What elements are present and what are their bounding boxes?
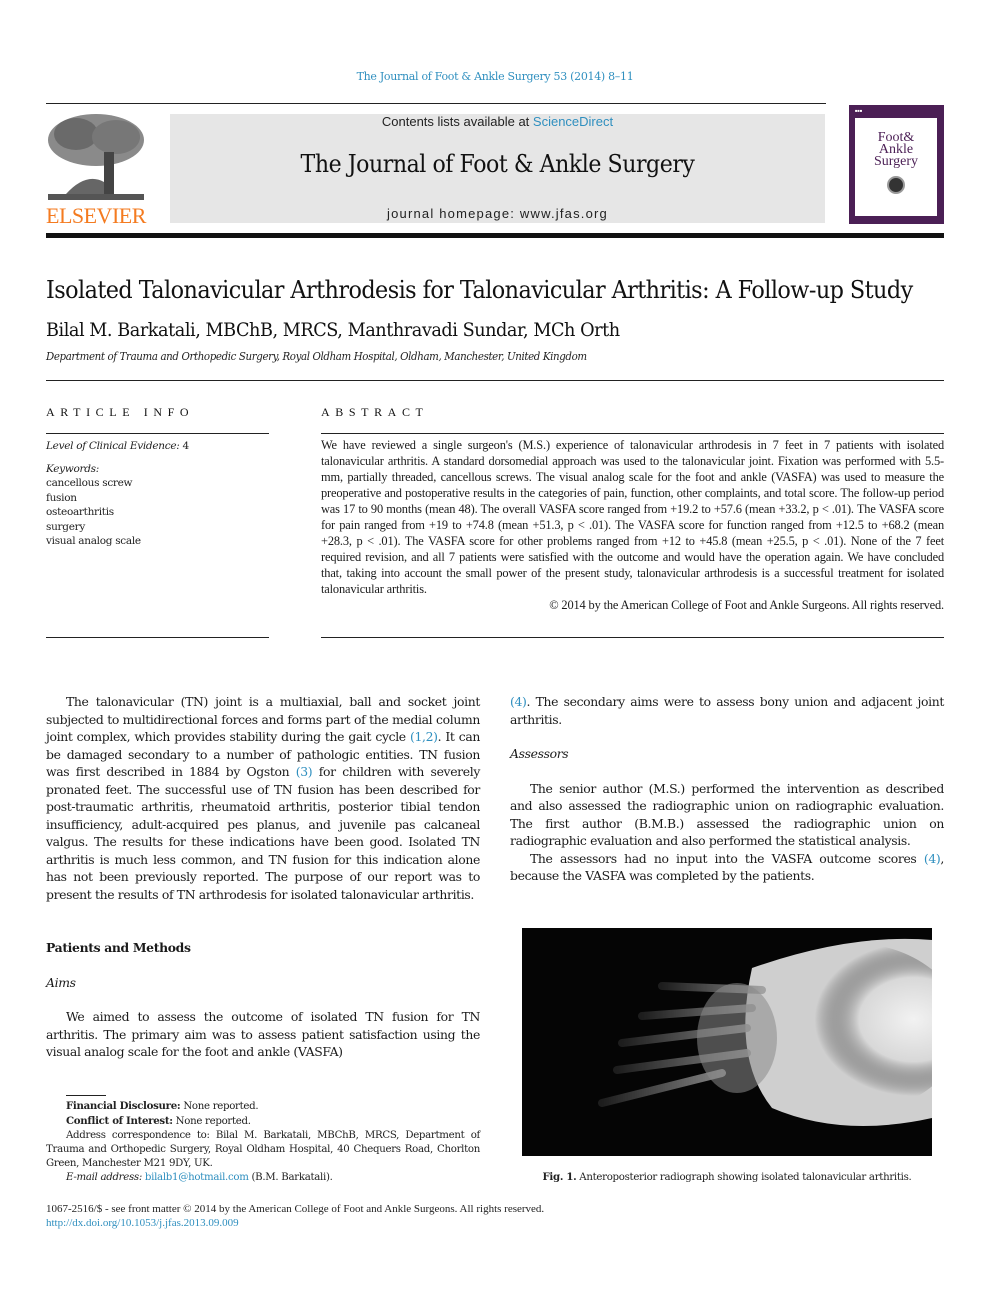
evidence-label: Level of Clinical Evidence: xyxy=(46,440,180,452)
aims-paragraph-continued: (4). The secondary aims were to assess b… xyxy=(510,693,944,728)
email-suffix: (B.M. Barkatali). xyxy=(248,1172,333,1183)
body-column-left: The talonavicular (TN) joint is a multia… xyxy=(46,693,480,1061)
footnote-label: Financial Disclosure: xyxy=(66,1100,181,1112)
keyword: surgery xyxy=(46,520,85,533)
article-info-body: Level of Clinical Evidence: 4 Keywords: … xyxy=(46,439,269,549)
email-footnote: E-mail address: bilalb1@hotmail.com (B.M… xyxy=(46,1171,480,1185)
front-matter-line: 1067-2516/$ - see front matter © 2014 by… xyxy=(46,1203,545,1215)
conflict-of-interest: Conflict of Interest: None reported. xyxy=(46,1114,480,1129)
citation-link[interactable]: (4) xyxy=(924,851,941,866)
footnotes: Financial Disclosure: None reported. Con… xyxy=(46,1099,480,1185)
email-link[interactable]: bilalb1@hotmail.com xyxy=(145,1172,249,1183)
abstract-body: We have reviewed a single surgeon's (M.S… xyxy=(321,437,944,613)
footnote-rule xyxy=(66,1095,106,1096)
article-title: Isolated Talonavicular Arthrodesis for T… xyxy=(46,276,913,304)
text-span: We aimed to assess the outcome of isolat… xyxy=(46,1009,480,1059)
correspondence-address: Address correspondence to: Bilal M. Bark… xyxy=(46,1130,480,1169)
subsection-heading: Assessors xyxy=(510,746,569,761)
abstract-rule-bottom xyxy=(321,637,944,638)
masthead-box: Contents lists available at ScienceDirec… xyxy=(170,114,825,223)
abstract-text: We have reviewed a single surgeon's (M.S… xyxy=(321,438,944,596)
radiograph-figure[interactable] xyxy=(522,928,932,1156)
elsevier-wordmark: ELSEVIER xyxy=(46,203,146,228)
affiliation: Department of Trauma and Orthopedic Surg… xyxy=(46,350,587,363)
text-span: The assessors had no input into the VASF… xyxy=(530,850,924,866)
footnote-value: None reported. xyxy=(180,1101,259,1112)
abstract-rule-top xyxy=(321,433,944,434)
section-heading: Patients and Methods xyxy=(46,940,191,955)
intro-paragraph: The talonavicular (TN) joint is a multia… xyxy=(46,693,480,903)
email-label: E-mail address: xyxy=(66,1172,142,1183)
elsevier-tree-icon xyxy=(46,112,146,202)
article-info-heading: ARTICLE INFO xyxy=(46,405,195,419)
contents-line: Contents lists available at ScienceDirec… xyxy=(170,114,825,129)
subsection-heading: Aims xyxy=(46,974,76,990)
figure-label: Fig. 1. xyxy=(542,1171,577,1183)
text-span: . The secondary aims were to assess bony… xyxy=(510,694,944,727)
radiograph-image xyxy=(522,928,932,1156)
title-rule xyxy=(46,380,944,381)
bottom-info: 1067-2516/$ - see front matter © 2014 by… xyxy=(46,1202,544,1230)
footnote-value: None reported. xyxy=(172,1116,251,1127)
figure-caption-text: Anteroposterior radiograph showing isola… xyxy=(576,1172,912,1183)
keyword: fusion xyxy=(46,491,77,504)
keyword: visual analog scale xyxy=(46,535,141,547)
journal-name: The Journal of Foot & Ankle Surgery xyxy=(300,150,695,178)
contents-prefix: Contents lists available at xyxy=(381,114,533,129)
journal-cover-image[interactable]: ■■■ Foot& Ankle Surgery xyxy=(849,105,944,224)
cover-title-line: Surgery xyxy=(873,154,919,169)
aims-paragraph: We aimed to assess the outcome of isolat… xyxy=(46,1008,480,1061)
article-info-rule-bottom xyxy=(46,637,269,638)
evidence-value: 4 xyxy=(179,440,190,452)
text-span: for children with severely pronated feet… xyxy=(46,764,480,902)
cover-page: Foot& Ankle Surgery xyxy=(855,118,937,216)
sciencedirect-link[interactable]: ScienceDirect xyxy=(533,114,613,129)
assessors-paragraph: The assessors had no input into the VASF… xyxy=(510,850,944,885)
citation-link[interactable]: (3) xyxy=(296,764,313,779)
abstract-copyright: © 2014 by the American College of Foot a… xyxy=(549,598,944,612)
footnote-label: Conflict of Interest: xyxy=(66,1115,173,1127)
masthead-thick-rule xyxy=(46,233,944,238)
financial-disclosure: Financial Disclosure: None reported. xyxy=(46,1099,480,1114)
figure-caption: Fig. 1. Anteroposterior radiograph showi… xyxy=(510,1171,944,1183)
body-column-right: (4). The secondary aims were to assess b… xyxy=(510,693,944,885)
article-info-rule-top xyxy=(46,433,269,434)
cover-title: Foot& Ankle Surgery xyxy=(855,118,937,169)
citation-link[interactable]: (4) xyxy=(510,694,527,709)
header-rule xyxy=(46,103,826,104)
journal-homepage[interactable]: journal homepage: www.jfas.org xyxy=(170,206,825,221)
doi-link[interactable]: http://dx.doi.org/10.1053/j.jfas.2013.09… xyxy=(46,1217,239,1229)
keywords-label: Keywords: xyxy=(46,462,99,475)
authors: Bilal M. Barkatali, MBChB, MRCS, Manthra… xyxy=(46,319,620,341)
cover-band: ■■■ xyxy=(855,108,863,113)
assessors-paragraph: The senior author (M.S.) performed the i… xyxy=(510,780,944,849)
abstract-heading: ABSTRACT xyxy=(321,405,429,419)
citation-link[interactable]: (1,2) xyxy=(410,729,438,744)
cover-seal-icon xyxy=(887,176,905,194)
keyword: osteoarthritis xyxy=(46,506,114,518)
keyword: cancellous screw xyxy=(46,477,133,489)
running-head[interactable]: The Journal of Foot & Ankle Surgery 53 (… xyxy=(0,70,990,83)
elsevier-logo[interactable]: ELSEVIER xyxy=(46,112,146,228)
evidence-level: Level of Clinical Evidence: 4 xyxy=(46,439,269,454)
